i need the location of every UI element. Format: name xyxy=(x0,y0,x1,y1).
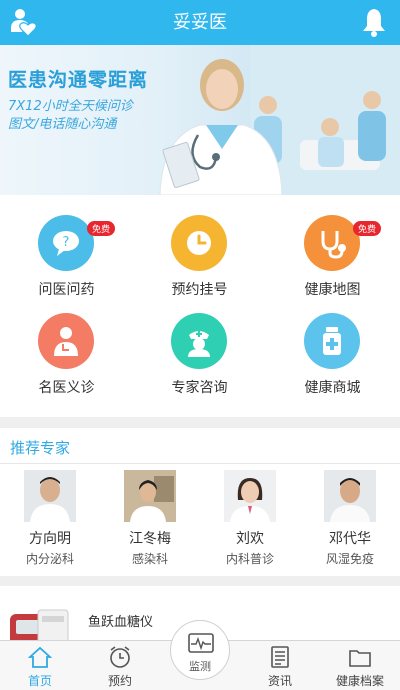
tab-label: 预约 xyxy=(107,674,132,688)
doctor-name: 邓代华 xyxy=(329,531,371,547)
service-health-mall[interactable]: 健康商城 xyxy=(266,293,399,404)
free-badge: 免费 xyxy=(353,221,382,236)
monitor-icon xyxy=(188,633,214,653)
monitor-button[interactable]: 监测 xyxy=(170,620,230,680)
doctor-icon xyxy=(38,313,94,369)
doctor-avatar xyxy=(24,470,76,522)
monitor-label: 监测 xyxy=(189,660,211,673)
news-icon xyxy=(271,646,289,668)
expert-card[interactable]: 邓代华 风湿免疫 xyxy=(310,470,390,570)
service-health-map[interactable]: 免费 健康地图 xyxy=(266,195,399,306)
service-label: 健康商城 xyxy=(304,380,361,396)
bell-icon[interactable] xyxy=(360,6,388,38)
doctor-department: 风湿免疫 xyxy=(325,552,374,566)
service-expert-consult[interactable]: 专家咨询 xyxy=(133,293,266,404)
doctor-name: 方向明 xyxy=(29,531,71,547)
tab-label: 资讯 xyxy=(267,674,292,688)
folder-icon xyxy=(349,650,371,667)
tab-label: 健康档案 xyxy=(335,674,384,688)
free-badge: 免费 xyxy=(87,221,116,236)
clock-icon xyxy=(171,215,227,271)
home-icon xyxy=(28,646,52,668)
promo-banner[interactable]: 医患沟通零距离 7X12小时全天候问诊 图文/电话随心沟通 xyxy=(0,45,400,195)
alarm-clock-icon xyxy=(110,646,130,668)
medicine-bottle-icon xyxy=(304,313,360,369)
expert-card[interactable]: 江冬梅 感染科 xyxy=(110,470,190,570)
doctor-name: 刘欢 xyxy=(236,531,264,547)
services-grid: ? 免费 问医问药 预约挂号 免费 健康地图 名医义诊 专家咨询 健康商城 xyxy=(0,195,400,417)
doctor-department: 感染科 xyxy=(131,552,168,566)
service-free-clinic[interactable]: 名医义诊 xyxy=(0,293,133,404)
nurse-icon xyxy=(171,313,227,369)
service-ask-doctor[interactable]: ? 免费 问医问药 xyxy=(0,195,133,306)
banner-headline: 医患沟通零距离 xyxy=(8,69,149,91)
doctor-department: 内分泌科 xyxy=(25,552,74,566)
section-title: 推荐专家 xyxy=(10,439,71,457)
doctor-name: 江冬梅 xyxy=(129,531,171,547)
stethoscope-icon xyxy=(304,215,360,271)
tab-appointment[interactable]: 预约 xyxy=(85,641,155,690)
chat-question-icon: ? xyxy=(38,215,94,271)
doctor-department: 内科普诊 xyxy=(225,552,274,566)
tab-health-records[interactable]: 健康档案 xyxy=(325,641,395,690)
page-title: 妥妥医 xyxy=(173,12,227,33)
banner-subline-1: 7X12小时全天候问诊 xyxy=(8,99,133,114)
tab-news[interactable]: 资讯 xyxy=(245,641,315,690)
expert-card[interactable]: 刘欢 内科普诊 xyxy=(210,470,290,570)
banner-subline-2: 图文/电话随心沟通 xyxy=(8,117,117,132)
expert-card[interactable]: 方向明 内分泌科 xyxy=(10,470,90,570)
doctor-avatar xyxy=(124,470,176,522)
service-appointment[interactable]: 预约挂号 xyxy=(133,195,266,306)
tab-label: 首页 xyxy=(27,674,52,688)
doctor-avatar xyxy=(324,470,376,522)
tab-home[interactable]: 首页 xyxy=(5,641,75,690)
svg-text:?: ? xyxy=(63,235,70,250)
product-name: 鱼跃血糖仪 xyxy=(88,615,154,630)
app-header: 妥妥医 xyxy=(0,0,400,45)
divider xyxy=(0,463,400,464)
recommended-experts: 推荐专家 方向明 内分泌科 江冬梅 感染科 刘欢 内科普诊 邓代华 风湿免疫 xyxy=(0,428,400,576)
doctor-avatar xyxy=(224,470,276,522)
service-label: 名医义诊 xyxy=(38,380,95,396)
service-label: 专家咨询 xyxy=(171,380,228,396)
